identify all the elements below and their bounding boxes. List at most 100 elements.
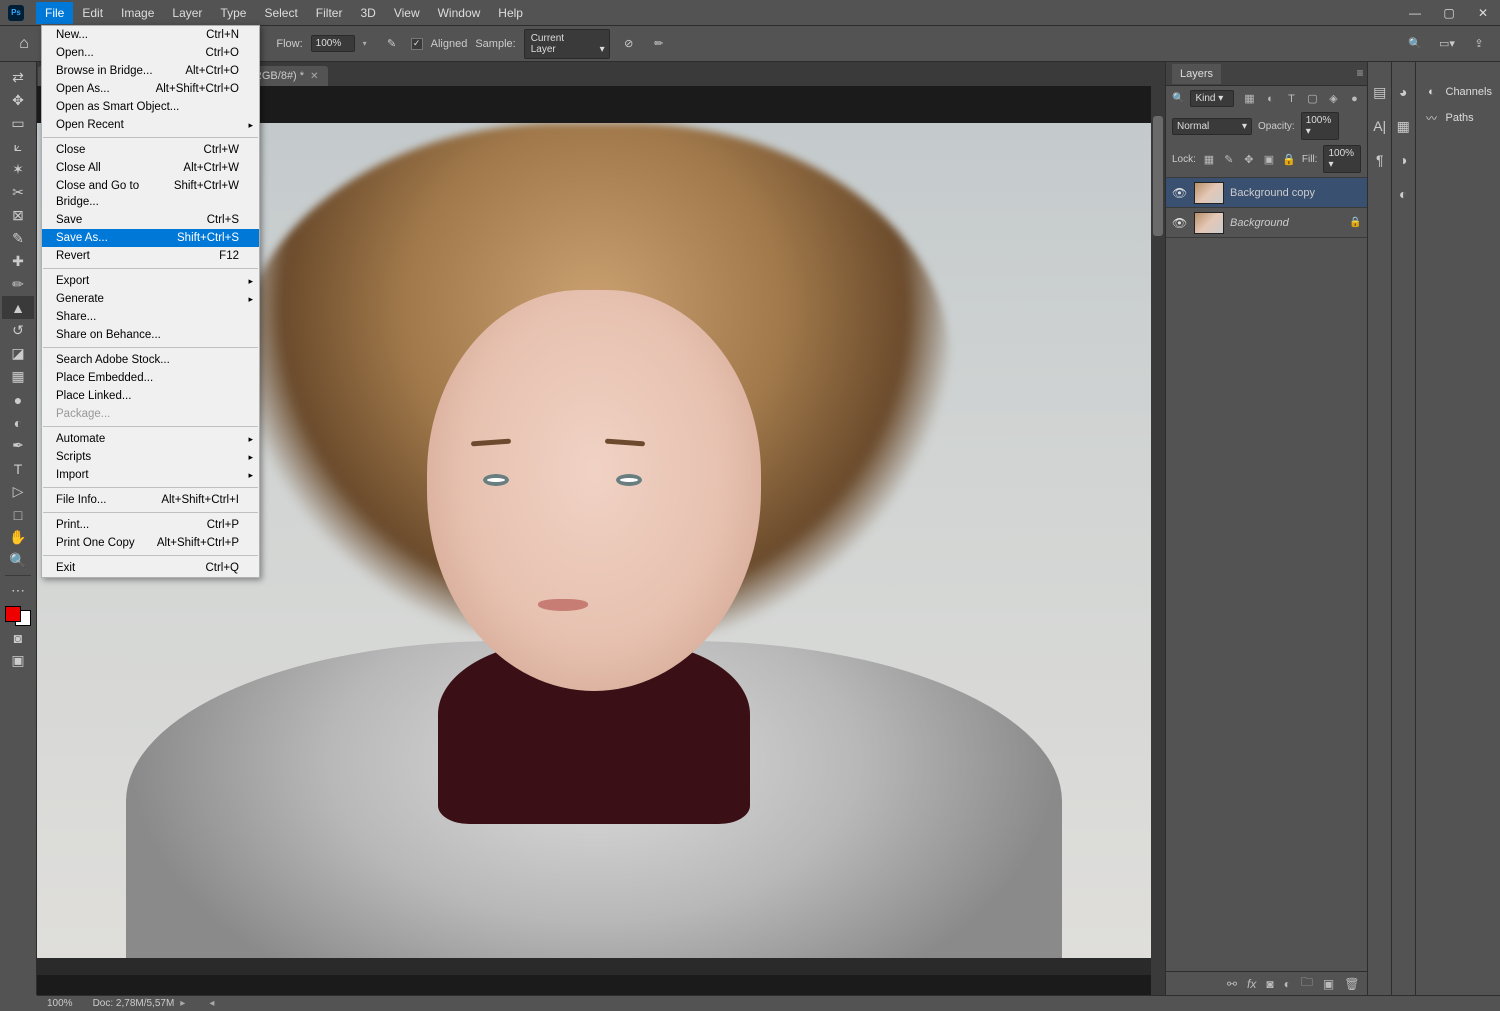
edit-toolbar-icon[interactable]: ⋯ bbox=[2, 579, 34, 602]
layer-thumbnail[interactable] bbox=[1194, 182, 1224, 204]
home-icon[interactable]: ⌂ bbox=[10, 30, 38, 58]
layer-style-icon[interactable]: fx bbox=[1247, 977, 1256, 991]
layer-name[interactable]: Background bbox=[1230, 217, 1289, 229]
layer-name[interactable]: Background copy bbox=[1230, 187, 1315, 199]
menu-type[interactable]: Type bbox=[211, 2, 255, 24]
menu-help[interactable]: Help bbox=[489, 2, 532, 24]
delete-layer-icon[interactable]: 🗑 bbox=[1344, 977, 1359, 991]
workspace-icon[interactable]: ▭▾ bbox=[1436, 33, 1458, 55]
frame-tool[interactable]: ⊠ bbox=[2, 204, 34, 227]
menu-item-save-as---[interactable]: Save As...Shift+Ctrl+S bbox=[42, 229, 259, 247]
clone-stamp-tool[interactable]: ▲ bbox=[2, 296, 34, 319]
history-brush-tool[interactable]: ↺ bbox=[2, 319, 34, 342]
menu-window[interactable]: Window bbox=[429, 2, 490, 24]
search-icon[interactable]: 🔍 bbox=[1404, 33, 1426, 55]
maximize-button[interactable]: ▢ bbox=[1432, 0, 1466, 25]
menu-select[interactable]: Select bbox=[255, 2, 306, 24]
move-tool[interactable]: ✥ bbox=[2, 89, 34, 112]
accordion-paths[interactable]: 〰Paths bbox=[1416, 104, 1500, 132]
type-tool[interactable]: T bbox=[2, 457, 34, 480]
color-icon[interactable]: ◕ bbox=[1393, 82, 1413, 102]
vertical-scrollbar[interactable] bbox=[1151, 86, 1165, 995]
filter-shape-icon[interactable]: ▢ bbox=[1305, 92, 1319, 106]
menu-item-place-linked---[interactable]: Place Linked... bbox=[42, 387, 259, 405]
menu-filter[interactable]: Filter bbox=[307, 2, 352, 24]
quick-mask-icon[interactable]: ◙ bbox=[2, 626, 34, 649]
layer-opacity-input[interactable]: 100% ▾ bbox=[1301, 112, 1339, 140]
status-nav-left[interactable]: ◂ bbox=[209, 998, 214, 1009]
collapse-arrows-icon[interactable]: ⇄ bbox=[2, 66, 34, 89]
menu-item-import[interactable]: Import bbox=[42, 466, 259, 484]
filter-toggle-icon[interactable]: ● bbox=[1347, 92, 1361, 106]
hand-tool[interactable]: ✋ bbox=[2, 526, 34, 549]
ignore-adjustments-icon[interactable]: ⊘ bbox=[618, 33, 640, 55]
menu-item-close-and-go-to-bridge---[interactable]: Close and Go to Bridge...Shift+Ctrl+W bbox=[42, 177, 259, 211]
foreground-color[interactable] bbox=[5, 606, 21, 622]
menu-item-print---[interactable]: Print...Ctrl+P bbox=[42, 516, 259, 534]
filter-kind-select[interactable]: Kind ▾ bbox=[1190, 90, 1234, 107]
aligned-checkbox[interactable]: ✓ bbox=[411, 38, 423, 50]
eraser-tool[interactable]: ◪ bbox=[2, 342, 34, 365]
lock-all-icon[interactable]: 🔒 bbox=[1282, 152, 1296, 166]
filter-type-icon[interactable]: T bbox=[1284, 92, 1298, 106]
menu-item-file-info---[interactable]: File Info...Alt+Shift+Ctrl+I bbox=[42, 491, 259, 509]
doc-info-arrow[interactable]: ▸ bbox=[180, 998, 185, 1009]
new-layer-icon[interactable]: ▣ bbox=[1323, 977, 1334, 991]
crop-tool[interactable]: ✂ bbox=[2, 181, 34, 204]
menu-item-open---[interactable]: Open...Ctrl+O bbox=[42, 44, 259, 62]
group-icon[interactable]: 🗀 bbox=[1301, 973, 1313, 994]
menu-item-exit[interactable]: ExitCtrl+Q bbox=[42, 559, 259, 577]
blur-tool[interactable]: ● bbox=[2, 388, 34, 411]
menu-layer[interactable]: Layer bbox=[163, 2, 211, 24]
zoom-tool[interactable]: 🔍 bbox=[2, 549, 34, 572]
lasso-tool[interactable]: ⟀ bbox=[2, 135, 34, 158]
tab-close-icon[interactable]: ✕ bbox=[310, 71, 318, 82]
styles-icon[interactable]: ◐ bbox=[1393, 184, 1413, 204]
sample-select[interactable]: Current Layer ▾ bbox=[524, 29, 610, 59]
menu-item-close-all[interactable]: Close AllAlt+Ctrl+W bbox=[42, 159, 259, 177]
history-icon[interactable]: ▤ bbox=[1370, 82, 1390, 102]
blend-mode-select[interactable]: Normal ▾ bbox=[1172, 118, 1252, 135]
char-icon[interactable]: A| bbox=[1370, 116, 1390, 136]
dodge-tool[interactable]: ◐ bbox=[2, 411, 34, 434]
adjustment-layer-icon[interactable]: ◐ bbox=[1284, 977, 1291, 991]
menu-view[interactable]: View bbox=[385, 2, 429, 24]
menu-item-open-as-smart-object---[interactable]: Open as Smart Object... bbox=[42, 98, 259, 116]
paragraph-icon[interactable]: ¶ bbox=[1370, 150, 1390, 170]
visibility-icon[interactable]: 👁 bbox=[1172, 216, 1188, 230]
layers-tab[interactable]: Layers bbox=[1172, 64, 1221, 84]
menu-item-new---[interactable]: New...Ctrl+N bbox=[42, 26, 259, 44]
flow-input[interactable]: 100% bbox=[311, 35, 355, 52]
menu-item-open-as---[interactable]: Open As...Alt+Shift+Ctrl+O bbox=[42, 80, 259, 98]
menu-edit[interactable]: Edit bbox=[73, 2, 112, 24]
lock-pixels-icon[interactable]: ▦ bbox=[1202, 152, 1216, 166]
menu-3d[interactable]: 3D bbox=[351, 2, 384, 24]
fill-input[interactable]: 100% ▾ bbox=[1323, 145, 1361, 173]
screen-mode-icon[interactable]: ▣ bbox=[2, 649, 34, 672]
lock-artboard-icon[interactable]: ▣ bbox=[1262, 152, 1276, 166]
shape-tool[interactable]: □ bbox=[2, 503, 34, 526]
close-button[interactable]: ✕ bbox=[1466, 0, 1500, 25]
layer-row-0[interactable]: 👁 Background copy bbox=[1166, 178, 1367, 208]
menu-item-automate[interactable]: Automate bbox=[42, 430, 259, 448]
menu-item-share-on-behance---[interactable]: Share on Behance... bbox=[42, 326, 259, 344]
filter-adjust-icon[interactable]: ◐ bbox=[1263, 92, 1277, 106]
menu-item-share---[interactable]: Share... bbox=[42, 308, 259, 326]
adjustments-icon[interactable]: ◑ bbox=[1393, 150, 1413, 170]
airbrush-icon[interactable]: ✎ bbox=[381, 33, 403, 55]
eyedropper-tool[interactable]: ✎ bbox=[2, 227, 34, 250]
menu-item-browse-in-bridge---[interactable]: Browse in Bridge...Alt+Ctrl+O bbox=[42, 62, 259, 80]
share-icon[interactable]: ⇪ bbox=[1468, 33, 1490, 55]
accordion-channels[interactable]: ◐Channels bbox=[1416, 80, 1500, 104]
gradient-tool[interactable]: ▦ bbox=[2, 365, 34, 388]
quick-select-tool[interactable]: ✶ bbox=[2, 158, 34, 181]
menu-item-save[interactable]: SaveCtrl+S bbox=[42, 211, 259, 229]
menu-item-package---[interactable]: Package... bbox=[42, 405, 259, 423]
filter-smart-icon[interactable]: ◈ bbox=[1326, 92, 1340, 106]
menu-file[interactable]: File bbox=[36, 2, 73, 24]
swatches-icon[interactable]: ▦ bbox=[1393, 116, 1413, 136]
menu-image[interactable]: Image bbox=[112, 2, 163, 24]
menu-item-print-one-copy[interactable]: Print One CopyAlt+Shift+Ctrl+P bbox=[42, 534, 259, 552]
scroll-thumb[interactable] bbox=[1153, 116, 1163, 236]
pressure-size-icon[interactable]: ✏ bbox=[648, 33, 670, 55]
